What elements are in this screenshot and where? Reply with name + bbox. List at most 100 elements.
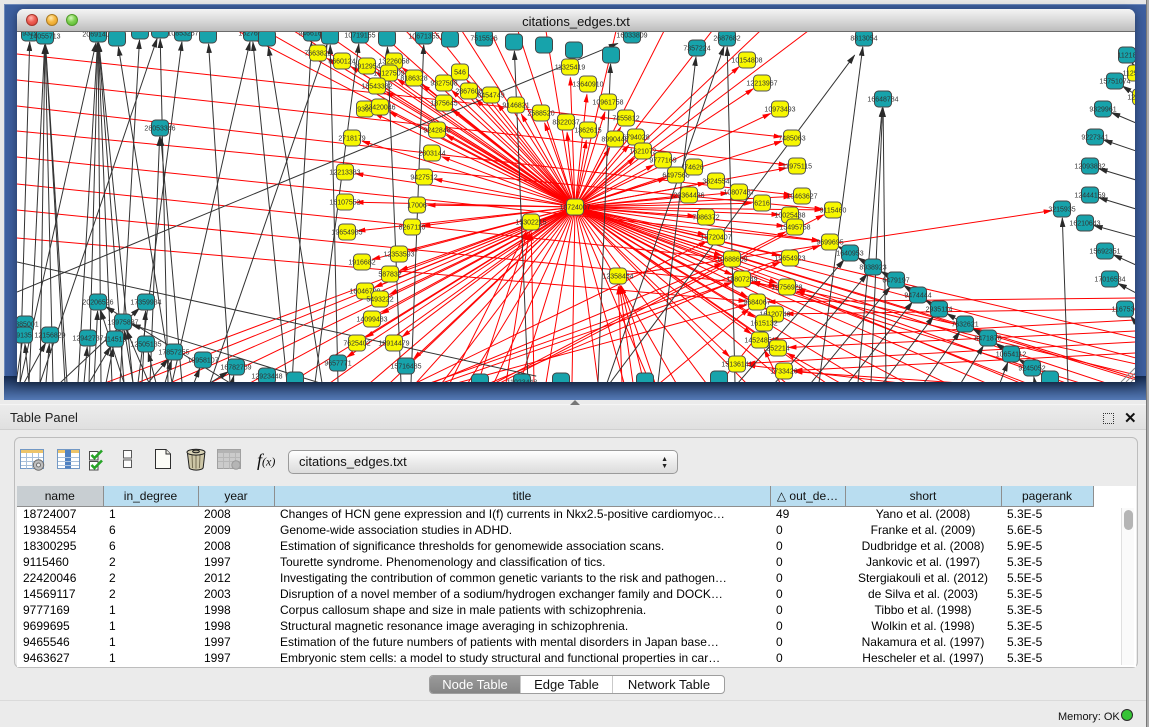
svg-text:6479197: 6479197 <box>882 278 909 285</box>
svg-text:16107552: 16107552 <box>329 200 360 207</box>
svg-text:5493222: 5493222 <box>366 297 393 304</box>
svg-text:15720407: 15720407 <box>700 235 731 242</box>
svg-text:8454749: 8454749 <box>477 93 504 100</box>
svg-text:7986372: 7986372 <box>692 215 719 222</box>
svg-text:9227341: 9227341 <box>1081 135 1108 142</box>
svg-text:15302215: 15302215 <box>515 220 546 227</box>
svg-text:15692351: 15692351 <box>1089 249 1120 256</box>
svg-text:10719155: 10719155 <box>344 33 375 40</box>
svg-text:74626: 74626 <box>684 165 704 172</box>
svg-text:9327508: 9327508 <box>430 81 457 88</box>
svg-text:2588520: 2588520 <box>527 111 554 118</box>
svg-text:3824554: 3824554 <box>702 179 729 186</box>
svg-text:2687682: 2687682 <box>713 36 740 43</box>
svg-text:9777169: 9777169 <box>649 158 676 165</box>
svg-text:9684067: 9684067 <box>743 300 770 307</box>
svg-text:10973493: 10973493 <box>764 107 795 114</box>
svg-text:13226058: 13226058 <box>378 59 409 66</box>
svg-text:1615132: 1615132 <box>750 321 777 328</box>
svg-text:546: 546 <box>454 70 466 77</box>
svg-text:16648784: 16648784 <box>867 97 898 104</box>
svg-text:1362615: 1362615 <box>574 128 601 135</box>
svg-text:7357224: 7357224 <box>683 46 710 53</box>
svg-text:20206526: 20206526 <box>82 300 113 307</box>
svg-text:15136141: 15136141 <box>721 362 752 369</box>
svg-text:1640953: 1640953 <box>836 251 863 258</box>
svg-text:9146821: 9146821 <box>502 103 529 110</box>
svg-text:1733426: 1733426 <box>770 369 797 376</box>
svg-text:7663822: 7663822 <box>304 51 331 58</box>
svg-text:8660124: 8660124 <box>328 59 355 66</box>
svg-text:1167533: 1167533 <box>1112 307 1135 314</box>
svg-text:18914479: 18914479 <box>378 341 409 348</box>
svg-text:12923448: 12923448 <box>251 374 282 381</box>
svg-text:10958107: 10958107 <box>187 358 218 365</box>
svg-text:2935114: 2935114 <box>926 307 953 314</box>
svg-text:9329961: 9329961 <box>1089 107 1116 114</box>
svg-text:10853257: 10853257 <box>167 32 198 38</box>
svg-text:10961758: 10961758 <box>592 100 623 107</box>
svg-text:15495758: 15495758 <box>779 225 810 232</box>
svg-text:17857255: 17857255 <box>158 350 189 357</box>
svg-text:8186328: 8186328 <box>400 76 427 83</box>
svg-text:9245052: 9245052 <box>1018 366 1045 373</box>
svg-text:f(x): f(x) <box>257 450 275 470</box>
svg-text:20364436: 20364436 <box>673 193 704 200</box>
svg-text:1916682: 1916682 <box>348 260 375 267</box>
svg-text:9699695: 9699695 <box>816 240 843 247</box>
svg-text:10688609: 10688609 <box>716 257 747 264</box>
svg-text:7632621: 7632621 <box>951 322 978 329</box>
svg-text:12444159: 12444159 <box>1074 193 1105 200</box>
svg-text:12505135: 12505135 <box>130 342 161 349</box>
svg-text:28053346: 28053346 <box>144 126 175 133</box>
svg-text:12093832: 12093832 <box>1074 164 1105 171</box>
svg-text:9474444: 9474444 <box>904 293 931 300</box>
svg-text:10154808: 10154808 <box>731 58 762 65</box>
svg-text:14055713: 14055713 <box>29 34 60 41</box>
svg-text:7625402: 7625402 <box>343 341 370 348</box>
svg-text:7455812: 7455812 <box>612 116 639 123</box>
svg-text:1125480: 1125480 <box>1123 71 1135 78</box>
svg-text:114519: 114519 <box>104 337 127 344</box>
svg-text:8322037: 8322037 <box>552 120 579 127</box>
svg-text:19654985: 19654985 <box>331 230 362 237</box>
svg-text:587832: 587832 <box>378 272 401 279</box>
svg-text:2718179: 2718179 <box>338 136 365 143</box>
svg-text:10756928: 10756928 <box>771 285 802 292</box>
svg-text:3215935: 3215935 <box>1048 207 1075 214</box>
svg-text:3912954: 3912954 <box>353 64 380 71</box>
svg-text:19654923: 19654923 <box>774 256 805 263</box>
svg-text:1621072: 1621072 <box>629 149 656 156</box>
svg-text:15751074: 15751074 <box>1099 79 1130 86</box>
svg-text:6497568: 6497568 <box>662 173 689 180</box>
svg-text:12353593: 12353593 <box>383 252 414 259</box>
svg-text:12942737: 12942737 <box>72 336 103 343</box>
svg-text:9242848: 9242848 <box>423 128 450 135</box>
svg-text:12213383: 12213383 <box>329 170 360 177</box>
svg-text:10025438: 10025438 <box>774 213 805 220</box>
svg-text:6794028: 6794028 <box>622 135 649 142</box>
svg-text:13640910: 13640910 <box>572 82 603 89</box>
svg-text:23420046: 23420046 <box>364 105 395 112</box>
svg-text:7515526: 7515526 <box>470 36 497 43</box>
svg-text:7485063: 7485063 <box>778 136 805 143</box>
svg-text:16782759: 16782759 <box>220 365 251 372</box>
svg-text:1875645: 1875645 <box>430 101 457 108</box>
svg-text:11023448: 11023448 <box>507 380 538 383</box>
svg-text:9135: 9135 <box>17 333 32 340</box>
svg-text:18807249: 18807249 <box>726 277 757 284</box>
svg-text:14099483: 14099483 <box>356 317 387 324</box>
svg-text:16033809: 16033809 <box>616 33 647 40</box>
svg-text:8938923: 8938923 <box>859 265 886 272</box>
svg-text:12358454: 12358454 <box>602 274 633 281</box>
svg-text:17006: 17006 <box>407 203 427 210</box>
svg-text:18543382: 18543382 <box>361 84 392 91</box>
svg-text:11325419: 11325419 <box>555 65 586 72</box>
svg-text:12156829: 12156829 <box>34 333 65 340</box>
svg-text:2803144: 2803144 <box>418 151 445 158</box>
svg-text:18724007: 18724007 <box>559 205 590 212</box>
svg-text:10807487: 10807487 <box>723 190 754 197</box>
svg-text:6216: 6216 <box>754 201 770 208</box>
svg-text:10654112: 10654112 <box>996 352 1027 359</box>
svg-text:11975115: 11975115 <box>782 164 812 171</box>
